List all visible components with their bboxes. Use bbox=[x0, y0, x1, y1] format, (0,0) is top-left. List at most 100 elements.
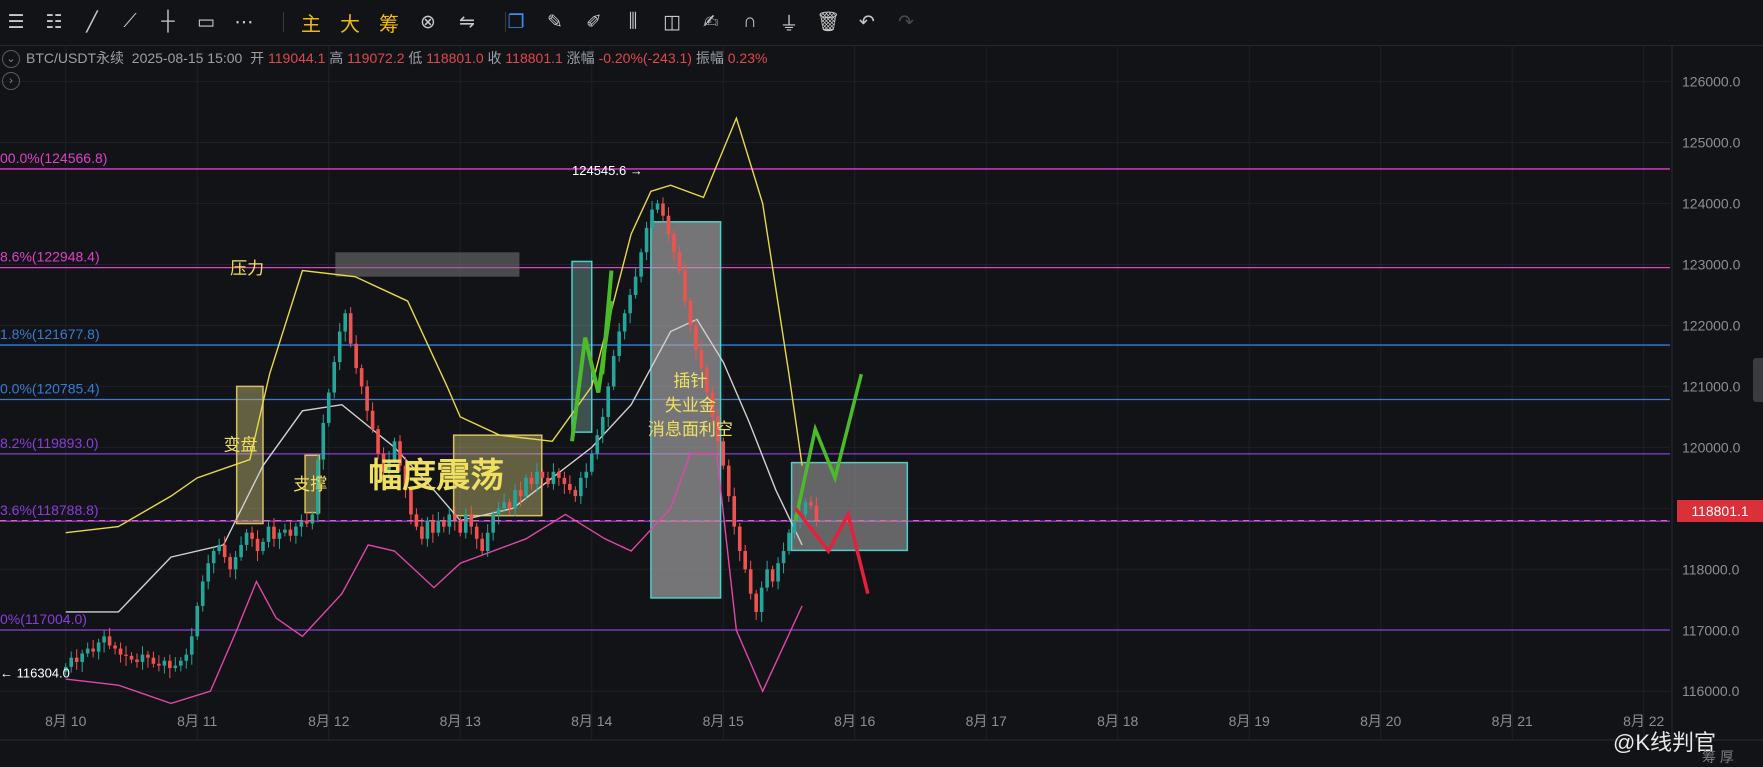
candle-body bbox=[96, 642, 101, 652]
candle-body bbox=[272, 526, 276, 539]
change-value: -0.20%(-243.1) bbox=[598, 50, 692, 66]
candle-body bbox=[694, 325, 698, 350]
candle-body bbox=[250, 532, 254, 539]
time-tick-label: 8月 20 bbox=[1360, 713, 1401, 729]
candle-body bbox=[765, 569, 769, 588]
candle-body bbox=[118, 648, 123, 655]
candle-body bbox=[233, 557, 238, 570]
candle-body bbox=[228, 557, 232, 570]
candle-body bbox=[365, 386, 369, 411]
symbol-label[interactable]: BTC/USDT永续 bbox=[26, 50, 124, 66]
chart-annotation-text: 失业金 bbox=[665, 396, 716, 416]
candle-body bbox=[266, 526, 271, 542]
fib-level-label: 8.2%(119893.0) bbox=[0, 435, 99, 451]
candle-body bbox=[754, 593, 758, 612]
candle-body bbox=[277, 532, 282, 539]
chart-annotation-text: 变盘 bbox=[224, 435, 258, 455]
candle-body bbox=[206, 563, 211, 582]
price-tick-label: 124000.0 bbox=[1682, 196, 1741, 212]
candle-body bbox=[343, 313, 347, 332]
price-tick-label: 125000.0 bbox=[1682, 135, 1741, 151]
fib-level-label: 3.6%(118788.8) bbox=[0, 502, 99, 518]
candle-body bbox=[168, 660, 172, 669]
candle-body bbox=[672, 233, 676, 253]
candle-body bbox=[431, 520, 435, 533]
target-box bbox=[790, 461, 909, 552]
candle-body bbox=[507, 502, 512, 509]
candle-body bbox=[809, 502, 813, 506]
candle-body bbox=[491, 514, 495, 533]
candle-body bbox=[80, 653, 84, 662]
side-panel-handle[interactable] bbox=[1753, 358, 1763, 402]
watermark-text: @K线判官 bbox=[1613, 730, 1717, 755]
low-value: 118801.0 bbox=[426, 50, 484, 66]
fib-level-label: 0%(117004.0) bbox=[0, 611, 87, 627]
fib-level-label: 1.8%(121677.8) bbox=[0, 326, 100, 342]
candle-body bbox=[85, 648, 90, 654]
candle-body bbox=[737, 526, 742, 552]
time-tick-label: 8月 14 bbox=[571, 713, 612, 729]
candle-body bbox=[162, 660, 167, 666]
high-value: 119072.2 bbox=[347, 50, 405, 66]
candle-body bbox=[655, 203, 660, 210]
candle-body bbox=[211, 551, 216, 564]
candle-body bbox=[173, 665, 178, 669]
candle-body bbox=[69, 657, 74, 667]
time-tick-label: 8月 13 bbox=[440, 713, 481, 729]
candle-body bbox=[502, 502, 506, 509]
candle-body bbox=[584, 471, 589, 478]
chart-annotation-text: 插针 bbox=[673, 371, 707, 391]
candle-body bbox=[376, 429, 380, 454]
candle-body bbox=[485, 532, 490, 552]
chart-annotation-text: 支撑 bbox=[293, 475, 327, 495]
collapse-info-icon[interactable]: ⌄ bbox=[2, 50, 20, 68]
candle-body bbox=[540, 471, 545, 478]
candle-body bbox=[189, 636, 194, 655]
price-tick-label: 118000.0 bbox=[1682, 561, 1740, 577]
chart-annotation-text: 消息面利空 bbox=[648, 420, 733, 440]
fib-level-label: 8.6%(122948.4) bbox=[0, 249, 100, 265]
candle-body bbox=[595, 435, 600, 454]
candle-body bbox=[179, 660, 183, 666]
candle-body bbox=[650, 209, 654, 228]
candle-body bbox=[239, 544, 243, 558]
time-tick-label: 8月 10 bbox=[45, 713, 86, 729]
open-label: 开 bbox=[250, 50, 265, 66]
candle-body bbox=[579, 477, 583, 497]
price-tick-label: 117000.0 bbox=[1682, 622, 1740, 638]
candlestick-chart[interactable]: 126000.0 125000.0 124000.0 123000.0 122000.0… bbox=[0, 0, 1763, 766]
candle-body bbox=[129, 655, 134, 660]
high-marker-label: 124545.6 → bbox=[572, 163, 643, 178]
candle-body bbox=[294, 526, 298, 536]
candle-body bbox=[195, 605, 200, 637]
time-tick-label: 8月 17 bbox=[966, 713, 1007, 729]
expand-indicators-icon[interactable]: › bbox=[2, 72, 20, 90]
candle-body bbox=[146, 654, 150, 658]
candle-body bbox=[91, 648, 95, 652]
price-tick-label: 126000.0 bbox=[1682, 74, 1741, 90]
candle-body bbox=[529, 477, 534, 484]
candle-body bbox=[463, 514, 468, 533]
candle-body bbox=[102, 636, 106, 643]
time-tick-label: 8月 11 bbox=[177, 713, 217, 729]
ohlc-info-bar: BTC/USDT永续 2025-08-15 15:00 开 119044.1 高… bbox=[26, 48, 767, 68]
candle-body bbox=[140, 654, 145, 662]
time-tick-label: 8月 16 bbox=[834, 713, 875, 729]
candle-body bbox=[617, 331, 621, 356]
current-price-tag: 118801.1 bbox=[1677, 500, 1763, 522]
close-value: 118801.1 bbox=[505, 50, 563, 66]
candle-body bbox=[326, 392, 331, 423]
candle-body bbox=[420, 526, 424, 539]
time-tick-label: 8月 18 bbox=[1097, 713, 1138, 729]
candle-body bbox=[261, 541, 265, 552]
candle-body bbox=[321, 422, 326, 460]
candle-body bbox=[474, 526, 479, 539]
candle-body bbox=[288, 529, 293, 536]
candle-body bbox=[305, 520, 309, 524]
candle-body bbox=[299, 520, 304, 527]
candle-body bbox=[781, 551, 786, 564]
candle-body bbox=[743, 551, 747, 570]
candle-body bbox=[157, 663, 161, 666]
amp-value: 0.23% bbox=[727, 50, 768, 66]
candle-body bbox=[792, 520, 797, 533]
